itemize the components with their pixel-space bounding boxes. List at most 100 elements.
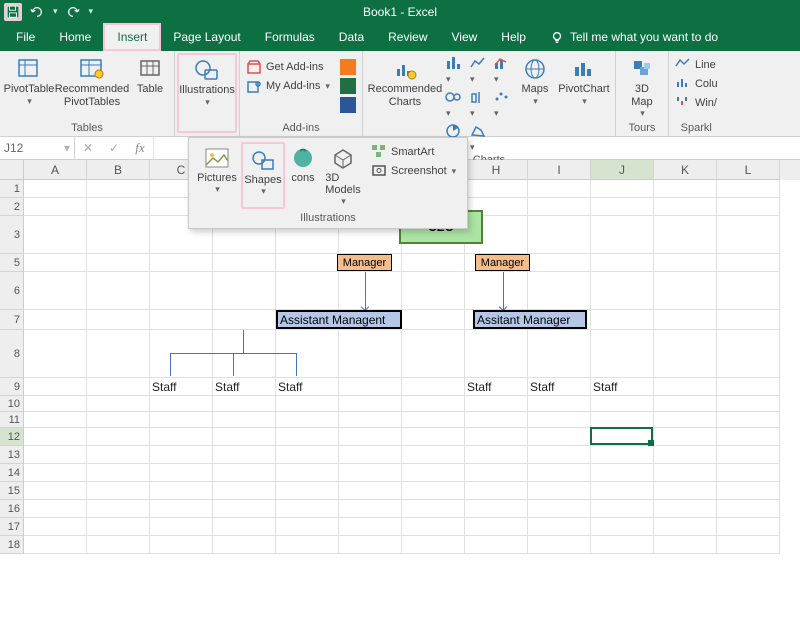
tab-help[interactable]: Help: [489, 23, 538, 51]
cell-F13[interactable]: [339, 446, 402, 464]
cell-I10[interactable]: [528, 396, 591, 412]
cell-H9[interactable]: Staff: [465, 378, 528, 396]
cell-G5[interactable]: [402, 254, 465, 272]
cell-A10[interactable]: [24, 396, 87, 412]
cell-G15[interactable]: [402, 482, 465, 500]
cell-C18[interactable]: [150, 536, 213, 554]
illustrations-button[interactable]: Illustrations ▾: [177, 53, 237, 133]
cell-B9[interactable]: [87, 378, 150, 396]
cell-E5[interactable]: [276, 254, 339, 272]
cell-D5[interactable]: [213, 254, 276, 272]
tab-formulas[interactable]: Formulas: [253, 23, 327, 51]
cell-G9[interactable]: [402, 378, 465, 396]
cell-D14[interactable]: [213, 464, 276, 482]
pivotchart-button[interactable]: PivotChart ▾: [559, 53, 609, 108]
cell-E6[interactable]: [276, 272, 339, 310]
cell-G10[interactable]: [402, 396, 465, 412]
cell-C7[interactable]: [150, 310, 213, 330]
cell-J6[interactable]: [591, 272, 654, 310]
row-header-18[interactable]: 18: [0, 536, 24, 554]
cell-J1[interactable]: [591, 180, 654, 198]
cell-B13[interactable]: [87, 446, 150, 464]
cell-D7[interactable]: [213, 310, 276, 330]
cell-L12[interactable]: [717, 428, 780, 446]
3d-models-button[interactable]: 3D Models▾: [321, 142, 365, 209]
cell-G12[interactable]: [402, 428, 465, 446]
sparkline-column-button[interactable]: Colu: [675, 76, 718, 92]
cell-F12[interactable]: [339, 428, 402, 446]
row-header-2[interactable]: 2: [0, 198, 24, 216]
cell-L6[interactable]: [717, 272, 780, 310]
cell-K12[interactable]: [654, 428, 717, 446]
cell-I2[interactable]: [528, 198, 591, 216]
cell-K18[interactable]: [654, 536, 717, 554]
cell-G16[interactable]: [402, 500, 465, 518]
cell-E10[interactable]: [276, 396, 339, 412]
cell-J12[interactable]: [591, 428, 654, 446]
tab-review[interactable]: Review: [376, 23, 439, 51]
row-header-3[interactable]: 3: [0, 216, 24, 254]
cell-K9[interactable]: [654, 378, 717, 396]
cell-A7[interactable]: [24, 310, 87, 330]
cell-I17[interactable]: [528, 518, 591, 536]
cell-C12[interactable]: [150, 428, 213, 446]
cell-K1[interactable]: [654, 180, 717, 198]
cell-J14[interactable]: [591, 464, 654, 482]
cell-L17[interactable]: [717, 518, 780, 536]
people-graph-icon[interactable]: [340, 78, 356, 94]
row-header-11[interactable]: 11: [0, 412, 24, 428]
cell-L14[interactable]: [717, 464, 780, 482]
cell-C17[interactable]: [150, 518, 213, 536]
cell-K17[interactable]: [654, 518, 717, 536]
row-header-10[interactable]: 10: [0, 396, 24, 412]
cell-D10[interactable]: [213, 396, 276, 412]
cell-H14[interactable]: [465, 464, 528, 482]
cell-H6[interactable]: [465, 272, 528, 310]
cell-H13[interactable]: [465, 446, 528, 464]
cell-K8[interactable]: [654, 330, 717, 378]
cell-I3[interactable]: [528, 216, 591, 254]
cell-L5[interactable]: [717, 254, 780, 272]
row-header-7[interactable]: 7: [0, 310, 24, 330]
tab-page-layout[interactable]: Page Layout: [161, 23, 252, 51]
cell-I11[interactable]: [528, 412, 591, 428]
row-header-5[interactable]: 5: [0, 254, 24, 272]
scatter-chart-icon[interactable]: ▾: [493, 89, 511, 119]
cell-L15[interactable]: [717, 482, 780, 500]
cell-H16[interactable]: [465, 500, 528, 518]
undo-dd[interactable]: ▾: [52, 6, 58, 17]
rec-charts-button[interactable]: Recommended Charts: [369, 53, 441, 110]
cell-J10[interactable]: [591, 396, 654, 412]
cell-A2[interactable]: [24, 198, 87, 216]
get-addins-button[interactable]: Get Add-ins: [246, 59, 330, 75]
col-header-J[interactable]: J: [591, 160, 654, 180]
cell-B7[interactable]: [87, 310, 150, 330]
save-icon[interactable]: [4, 3, 22, 21]
cell-C16[interactable]: [150, 500, 213, 518]
cell-C11[interactable]: [150, 412, 213, 428]
cell-F17[interactable]: [339, 518, 402, 536]
cell-E16[interactable]: [276, 500, 339, 518]
cell-K5[interactable]: [654, 254, 717, 272]
cell-A17[interactable]: [24, 518, 87, 536]
cell-A18[interactable]: [24, 536, 87, 554]
screenshot-button[interactable]: Screenshot▾: [371, 163, 456, 179]
pictures-button[interactable]: Pictures▾: [193, 142, 241, 209]
cell-J13[interactable]: [591, 446, 654, 464]
cell-L16[interactable]: [717, 500, 780, 518]
shapes-button[interactable]: Shapes▾: [241, 142, 285, 209]
cell-D6[interactable]: [213, 272, 276, 310]
cell-G6[interactable]: [402, 272, 465, 310]
cancel-icon[interactable]: ✕: [75, 141, 101, 155]
cell-H11[interactable]: [465, 412, 528, 428]
cell-H17[interactable]: [465, 518, 528, 536]
cell-C14[interactable]: [150, 464, 213, 482]
cell-B1[interactable]: [87, 180, 150, 198]
hierarchy-chart-icon[interactable]: ▾: [445, 89, 463, 119]
cell-E8[interactable]: [276, 330, 339, 378]
cell-L2[interactable]: [717, 198, 780, 216]
cell-F15[interactable]: [339, 482, 402, 500]
cell-J16[interactable]: [591, 500, 654, 518]
cell-H15[interactable]: [465, 482, 528, 500]
cell-J18[interactable]: [591, 536, 654, 554]
